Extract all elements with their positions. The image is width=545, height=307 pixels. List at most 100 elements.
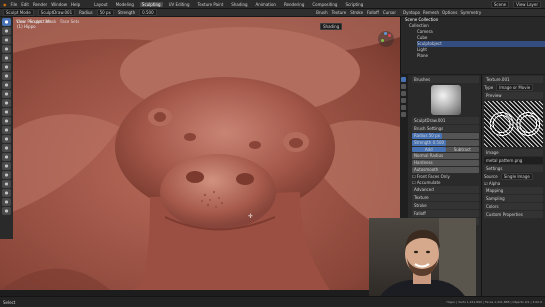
scrape-brush-icon[interactable] — [2, 126, 11, 134]
mapping-section[interactable]: Mapping — [484, 187, 543, 194]
stroke-section[interactable]: Stroke — [412, 202, 479, 209]
custom-properties-section[interactable]: Custom Properties — [484, 211, 543, 218]
normal-radius-slider[interactable]: Normal Radius — [412, 153, 479, 159]
settings-section[interactable]: Settings — [484, 165, 543, 172]
pose-brush-icon[interactable] — [2, 171, 11, 179]
scene-selector[interactable]: Scene — [490, 0, 510, 8]
snake-hook-brush-icon[interactable] — [2, 153, 11, 161]
tab-modeling[interactable]: Modeling — [114, 2, 136, 7]
brush-preview-icon[interactable] — [430, 85, 461, 115]
mode-selector[interactable]: Sculpt Mode — [3, 9, 34, 16]
rotate-brush-icon[interactable] — [2, 189, 11, 197]
x-axis-icon[interactable] — [388, 34, 391, 37]
grab-brush-icon[interactable] — [2, 144, 11, 152]
sculpt-menu[interactable]: Sculpt — [30, 19, 43, 24]
remesh-button[interactable]: Remesh — [423, 10, 439, 15]
face-sets-menu[interactable]: Face Sets — [60, 19, 79, 24]
nudge-brush-icon[interactable] — [2, 180, 11, 188]
blob-brush-icon[interactable] — [2, 81, 11, 89]
y-axis-icon[interactable] — [381, 39, 384, 42]
menu-file[interactable]: File — [11, 2, 18, 7]
brush-settings-section[interactable]: Brush Settings — [412, 125, 479, 132]
smooth-brush-icon[interactable] — [2, 99, 11, 107]
output-tab-icon[interactable] — [401, 91, 406, 96]
brushes-section[interactable]: Brushes — [412, 76, 479, 83]
type-dropdown[interactable]: Image or Movie — [496, 84, 534, 91]
tab-uv-editing[interactable]: UV Editing — [167, 2, 192, 7]
strength-slider[interactable]: Strength 0.500 — [412, 140, 479, 146]
layer-brush-icon[interactable] — [2, 63, 11, 71]
clay-strips-brush-icon[interactable] — [2, 45, 11, 53]
subtract-button[interactable]: Subtract — [445, 147, 479, 152]
menu-edit[interactable]: Edit — [21, 2, 29, 7]
crease-brush-icon[interactable] — [2, 90, 11, 98]
view-menu[interactable]: View — [16, 19, 26, 24]
source-dropdown[interactable]: Single Image — [500, 173, 533, 180]
clay-thumb-brush-icon[interactable] — [2, 54, 11, 62]
accumulate-checkbox[interactable]: ☐ Accumulate — [412, 180, 479, 185]
tab-scripting[interactable]: Scripting — [343, 2, 365, 7]
texture-tab-icon[interactable] — [401, 112, 406, 117]
radius-slider[interactable]: Radius 50 px — [412, 133, 479, 139]
outliner-item[interactable]: Plane — [417, 53, 545, 59]
z-axis-icon[interactable] — [384, 32, 387, 35]
brush-selector[interactable]: SculptDraw.001 — [37, 9, 76, 16]
stroke-menu[interactable]: Stroke — [350, 10, 363, 15]
advanced-section[interactable]: Advanced — [412, 186, 479, 193]
texture-name-field[interactable]: Texture.001 — [484, 76, 543, 83]
tab-shading[interactable]: Shading — [229, 2, 249, 7]
strength-field[interactable]: 0.500 — [139, 9, 157, 16]
tab-animation[interactable]: Animation — [254, 2, 278, 7]
colors-section[interactable]: Colors — [484, 203, 543, 210]
tab-texture-paint[interactable]: Texture Paint — [195, 2, 225, 7]
texture-section[interactable]: Texture — [412, 194, 479, 201]
front-faces-checkbox[interactable]: ☐ Front Faces Only — [412, 174, 479, 179]
options-menu[interactable]: Options — [442, 10, 457, 15]
shading-label[interactable]: Shading — [320, 23, 343, 30]
navigation-gizmo[interactable] — [378, 31, 394, 47]
blender-logo-icon[interactable]: ◉ — [3, 2, 7, 7]
brush-menu[interactable]: Brush — [316, 10, 328, 15]
draw-sharp-brush-icon[interactable] — [2, 27, 11, 35]
view-layer-selector[interactable]: View Layer — [513, 0, 541, 8]
mask-menu[interactable]: Mask — [46, 19, 56, 24]
mask-brush-icon[interactable] — [2, 198, 11, 206]
falloff-menu[interactable]: Falloff — [367, 10, 379, 15]
tab-layout[interactable]: Layout — [92, 2, 110, 7]
menu-render[interactable]: Render — [33, 2, 47, 7]
radius-label: Radius — [79, 10, 93, 15]
cursor-menu[interactable]: Cursor — [383, 10, 396, 15]
add-button[interactable]: Add — [412, 147, 446, 152]
image-file-field[interactable]: metal pattern.png — [484, 157, 543, 164]
preview-section[interactable]: Preview — [484, 92, 543, 99]
menu-window[interactable]: Window — [51, 2, 67, 7]
pinch-brush-icon[interactable] — [2, 135, 11, 143]
draw-brush-icon[interactable] — [2, 18, 11, 26]
sampling-section[interactable]: Sampling — [484, 195, 543, 202]
thumb-brush-icon[interactable] — [2, 162, 11, 170]
symmetry-menu[interactable]: Symmetry — [460, 10, 481, 15]
3d-viewport[interactable]: User Perspective (1) Hippo ✛ Shading — [0, 17, 400, 290]
falloff-section[interactable]: Falloff — [412, 210, 479, 217]
radius-field[interactable]: 50 px — [96, 9, 114, 16]
tool-tab-icon[interactable] — [401, 77, 406, 82]
tab-rendering[interactable]: Rendering — [282, 2, 306, 7]
hardness-slider[interactable]: Hardness — [412, 160, 479, 166]
alpha-checkbox[interactable]: ☑ Alpha — [484, 181, 543, 186]
tab-sculpting[interactable]: Sculpting — [139, 1, 163, 7]
brush-name-field[interactable]: SculptDraw.001 — [412, 117, 479, 124]
box-mask-icon[interactable] — [2, 207, 11, 215]
object-tab-icon[interactable] — [401, 105, 406, 110]
autosmooth-slider[interactable]: Autosmooth — [412, 167, 479, 173]
image-section[interactable]: Image — [484, 149, 543, 156]
texture-menu[interactable]: Texture — [332, 10, 347, 15]
tab-compositing[interactable]: Compositing — [310, 2, 339, 7]
clay-brush-icon[interactable] — [2, 36, 11, 44]
render-tab-icon[interactable] — [401, 84, 406, 89]
fill-brush-icon[interactable] — [2, 117, 11, 125]
menu-help[interactable]: Help — [71, 2, 80, 7]
inflate-brush-icon[interactable] — [2, 72, 11, 80]
dyntopo-toggle[interactable]: Dyntopo — [403, 10, 420, 15]
scene-tab-icon[interactable] — [401, 98, 406, 103]
flatten-brush-icon[interactable] — [2, 108, 11, 116]
